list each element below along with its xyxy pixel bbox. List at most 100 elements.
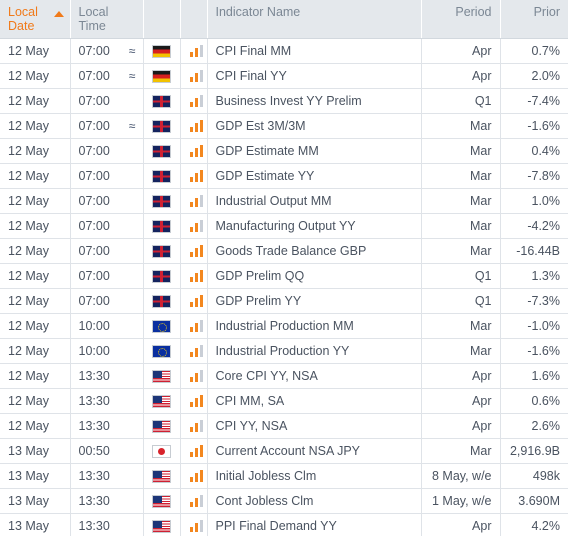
impact-bar (189, 52, 193, 58)
impact-bar (199, 470, 203, 483)
cell-indicator-name[interactable]: GDP Prelim QQ (207, 263, 422, 289)
cell-period: 8 May, w/e (421, 463, 501, 489)
table-row[interactable]: 12 May 07:00 ≈ CPI Final YY Apr 2.0% (0, 63, 568, 89)
european-union-flag-icon (152, 319, 171, 333)
cell-local-date: 12 May (0, 38, 71, 64)
table-row[interactable]: 12 May 13:30 CPI YY, NSA Apr 2.6% (0, 413, 568, 439)
impact-bar (189, 227, 193, 233)
impact-bars-icon (189, 95, 204, 108)
cell-period: Mar (421, 163, 501, 189)
column-header-local-time[interactable]: Local Time (70, 0, 144, 39)
table-row[interactable]: 12 May 07:00 ≈ CPI Final MM Apr 0.7% (0, 38, 568, 64)
table-row[interactable]: 12 May 07:00 Business Invest YY Prelim Q1 -7… (0, 88, 568, 114)
cell-local-time: 07:00 ≈ (70, 63, 144, 89)
cell-indicator-name[interactable]: Industrial Output MM (207, 188, 422, 214)
table-row[interactable]: 12 May 10:00 Industrial Production YY Mar -1… (0, 338, 568, 364)
cell-indicator-name[interactable]: CPI Final MM (207, 38, 422, 64)
column-header-flag[interactable] (143, 0, 181, 39)
impact-bar (199, 45, 203, 58)
column-header-period[interactable]: Period (421, 0, 501, 39)
impact-bars-icon (189, 520, 204, 533)
table-row[interactable]: 12 May 07:00 GDP Prelim YY Q1 -7.3% (0, 288, 568, 314)
cell-period: Q1 (421, 288, 501, 314)
impact-bar (194, 248, 198, 258)
cell-indicator-name[interactable]: Current Account NSA JPY (207, 438, 422, 464)
column-header-impact[interactable] (180, 0, 208, 39)
table-row[interactable]: 12 May 13:30 CPI MM, SA Apr 0.6% (0, 388, 568, 414)
cell-local-date: 13 May (0, 513, 71, 536)
impact-bars-icon (189, 270, 204, 283)
cell-local-date: 12 May (0, 213, 71, 239)
table-row[interactable]: 12 May 07:00 ≈ GDP Est 3M/3M Mar -1.6% (0, 113, 568, 139)
cell-period: Mar (421, 313, 501, 339)
impact-bars-icon (189, 320, 204, 333)
impact-bars-icon (189, 370, 204, 383)
local-time-label: 07:00 (78, 43, 110, 58)
cell-indicator-name[interactable]: Industrial Production MM (207, 313, 422, 339)
table-row[interactable]: 13 May 13:30 Initial Jobless Clm 8 May, w/e… (0, 463, 568, 489)
column-header-indicator-name-label: Indicator Name (215, 5, 301, 19)
united-kingdom-flag-icon (152, 94, 171, 108)
cell-indicator-name[interactable]: GDP Estimate MM (207, 138, 422, 164)
column-header-local-date[interactable]: Local Date (0, 0, 71, 39)
impact-bar (189, 427, 193, 433)
cell-indicator-name[interactable]: Cont Jobless Clm (207, 488, 422, 514)
table-row[interactable]: 12 May 13:30 Core CPI YY, NSA Apr 1.6% (0, 363, 568, 389)
impact-bar (194, 448, 198, 458)
cell-local-time: 13:30 (70, 463, 144, 489)
cell-country-flag (143, 388, 181, 414)
impact-bar (194, 298, 198, 308)
cell-local-date: 13 May (0, 463, 71, 489)
cell-local-date: 12 May (0, 288, 71, 314)
cell-indicator-name[interactable]: Goods Trade Balance GBP (207, 238, 422, 264)
cell-period: Mar (421, 138, 501, 164)
united-kingdom-flag-icon (152, 294, 171, 308)
cell-indicator-name[interactable]: GDP Est 3M/3M (207, 113, 422, 139)
japan-flag-icon (152, 444, 171, 458)
table-row[interactable]: 12 May 07:00 Manufacturing Output YY Mar -4.… (0, 213, 568, 239)
cell-indicator-name[interactable]: Industrial Production YY (207, 338, 422, 364)
cell-indicator-name[interactable]: GDP Prelim YY (207, 288, 422, 314)
cell-prior: 0.4% (500, 138, 568, 164)
table-row[interactable]: 12 May 07:00 Goods Trade Balance GBP Mar -16… (0, 238, 568, 264)
cell-indicator-name[interactable]: PPI Final Demand YY (207, 513, 422, 536)
cell-indicator-name[interactable]: Manufacturing Output YY (207, 213, 422, 239)
cell-period: Q1 (421, 88, 501, 114)
cell-local-time: 07:00 (70, 188, 144, 214)
cell-indicator-name[interactable]: CPI Final YY (207, 63, 422, 89)
table-row[interactable]: 13 May 13:30 PPI Final Demand YY Apr 4.2% (0, 513, 568, 536)
cell-country-flag (143, 63, 181, 89)
column-header-prior[interactable]: Prior (500, 0, 568, 39)
cell-indicator-name[interactable]: Core CPI YY, NSA (207, 363, 422, 389)
table-row[interactable]: 12 May 07:00 GDP Prelim QQ Q1 1.3% (0, 263, 568, 289)
cell-period: Mar (421, 238, 501, 264)
cell-local-date: 12 May (0, 413, 71, 439)
united-kingdom-flag-icon (152, 244, 171, 258)
united-states-flag-icon (152, 419, 171, 433)
impact-bar (189, 477, 193, 483)
cell-indicator-name[interactable]: GDP Estimate YY (207, 163, 422, 189)
table-row[interactable]: 12 May 10:00 Industrial Production MM Mar -1… (0, 313, 568, 339)
impact-bar (189, 352, 193, 358)
cell-prior: 1.6% (500, 363, 568, 389)
column-header-indicator-name[interactable]: Indicator Name (207, 0, 422, 39)
sort-ascending-arrow-icon[interactable] (53, 11, 64, 17)
cell-indicator-name[interactable]: Initial Jobless Clm (207, 463, 422, 489)
cell-indicator-name[interactable]: CPI MM, SA (207, 388, 422, 414)
cell-indicator-name[interactable]: Business Invest YY Prelim (207, 88, 422, 114)
impact-bar (189, 327, 193, 333)
cell-impact-rating (180, 88, 208, 114)
impact-bars-icon (189, 245, 204, 258)
table-row[interactable]: 12 May 07:00 Industrial Output MM Mar 1.0% (0, 188, 568, 214)
cell-indicator-name[interactable]: CPI YY, NSA (207, 413, 422, 439)
table-row[interactable]: 12 May 07:00 GDP Estimate MM Mar 0.4% (0, 138, 568, 164)
table-row[interactable]: 13 May 13:30 Cont Jobless Clm 1 May, w/e 3.6… (0, 488, 568, 514)
cell-country-flag (143, 88, 181, 114)
cell-local-time: 07:00 (70, 288, 144, 314)
impact-bar (199, 145, 203, 158)
cell-period: Mar (421, 213, 501, 239)
impact-bar (194, 123, 198, 133)
cell-period: Apr (421, 38, 501, 64)
table-row[interactable]: 13 May 00:50 Current Account NSA JPY Mar 2,9… (0, 438, 568, 464)
table-row[interactable]: 12 May 07:00 GDP Estimate YY Mar -7.8% (0, 163, 568, 189)
